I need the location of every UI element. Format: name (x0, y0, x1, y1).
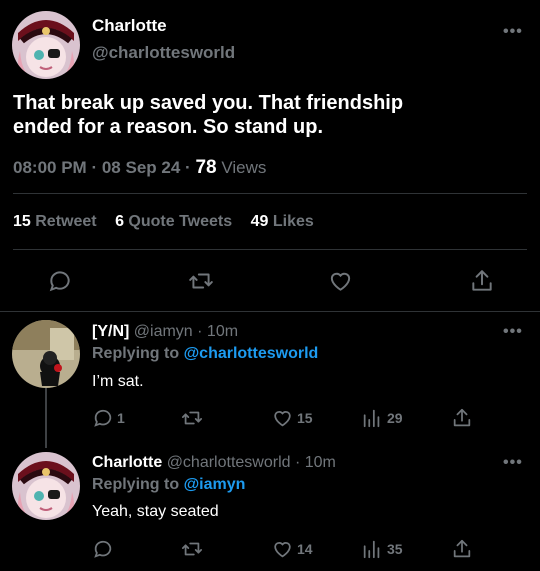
author-handle[interactable]: @charlottesworld (92, 43, 235, 63)
tweet-meta: 08:00 PM · 08 Sep 24 · 78 Views (13, 157, 266, 179)
reply-icon[interactable] (92, 538, 114, 560)
tweet-text-line: ended for a reason. So stand up. (13, 116, 324, 138)
replying-handle-link[interactable]: @iamyn (184, 476, 246, 493)
more-icon[interactable]: ••• (503, 454, 523, 472)
quotes-label: Quote Tweets (128, 213, 233, 230)
more-icon[interactable]: ••• (503, 323, 523, 341)
divider (13, 193, 527, 194)
avatar[interactable] (12, 11, 80, 79)
views-label: Views (221, 158, 267, 177)
views-count: 78 (195, 157, 217, 178)
thread-line (45, 388, 47, 448)
like-count: 14 (297, 541, 313, 557)
likes-count: 49 (250, 213, 269, 230)
avatar[interactable] (12, 320, 80, 388)
replying-to: Replying to @charlottesworld (92, 345, 318, 363)
divider (13, 249, 527, 250)
tweet-time[interactable]: 08:00 PM (13, 158, 87, 177)
avatar[interactable] (12, 452, 80, 520)
tweet-text-line: That break up saved you. That friendship (13, 92, 404, 114)
reply-count: 1 (117, 410, 125, 426)
likes-stat[interactable]: 49 Likes (251, 213, 314, 230)
tweet-date[interactable]: 08 Sep 24 (102, 158, 180, 177)
divider (0, 311, 540, 312)
share-icon[interactable] (451, 407, 473, 429)
retweet-icon[interactable] (187, 268, 215, 294)
reply-icon[interactable] (92, 407, 114, 429)
more-icon[interactable]: ••• (503, 23, 523, 41)
replying-label: Replying to (92, 476, 180, 493)
engagement-stats: 15 Retweet 6 Quote Tweets 49 Likes (13, 213, 314, 231)
view-count: 29 (387, 410, 403, 426)
quotes-count: 6 (115, 213, 124, 230)
like-icon[interactable] (327, 268, 354, 294)
retweets-label: Retweet (35, 213, 97, 230)
reply-time[interactable]: · 10m (197, 323, 238, 340)
likes-label: Likes (272, 213, 314, 230)
author-handle[interactable]: @charlottesworld (167, 454, 291, 471)
like-icon[interactable] (271, 538, 294, 560)
retweet-icon[interactable] (180, 407, 204, 429)
reply-header: [Y/N] @iamyn · 10m (92, 323, 238, 341)
replying-label: Replying to (92, 345, 180, 362)
retweets-count: 15 (13, 213, 31, 230)
replying-to: Replying to @iamyn (92, 476, 245, 494)
tweet-text: That break up saved you. That friendship… (13, 91, 403, 139)
like-count: 15 (297, 410, 313, 426)
replying-handle-link[interactable]: @charlottesworld (184, 345, 319, 362)
retweet-icon[interactable] (180, 538, 204, 560)
reply-header: Charlotte @charlottesworld · 10m (92, 454, 336, 472)
quotes-stat[interactable]: 6 Quote Tweets (115, 213, 232, 230)
views-icon[interactable] (361, 407, 383, 429)
retweets-stat[interactable]: 15 Retweet (13, 213, 97, 230)
reply-time[interactable]: · 10m (295, 454, 336, 471)
reply-text: Yeah, stay seated (92, 503, 219, 520)
share-icon[interactable] (451, 538, 473, 560)
view-count: 35 (387, 541, 403, 557)
separator: · (185, 158, 191, 177)
author-name[interactable]: Charlotte (92, 454, 162, 471)
reply-text: I’m sat. (92, 373, 144, 390)
share-icon[interactable] (469, 268, 495, 294)
author-name[interactable]: Charlotte (92, 16, 167, 36)
author-name[interactable]: [Y/N] (92, 323, 129, 340)
views-icon[interactable] (361, 538, 383, 560)
reply-icon[interactable] (47, 268, 73, 294)
author-handle[interactable]: @iamyn (134, 323, 193, 340)
separator: · (91, 158, 98, 177)
like-icon[interactable] (271, 407, 294, 429)
